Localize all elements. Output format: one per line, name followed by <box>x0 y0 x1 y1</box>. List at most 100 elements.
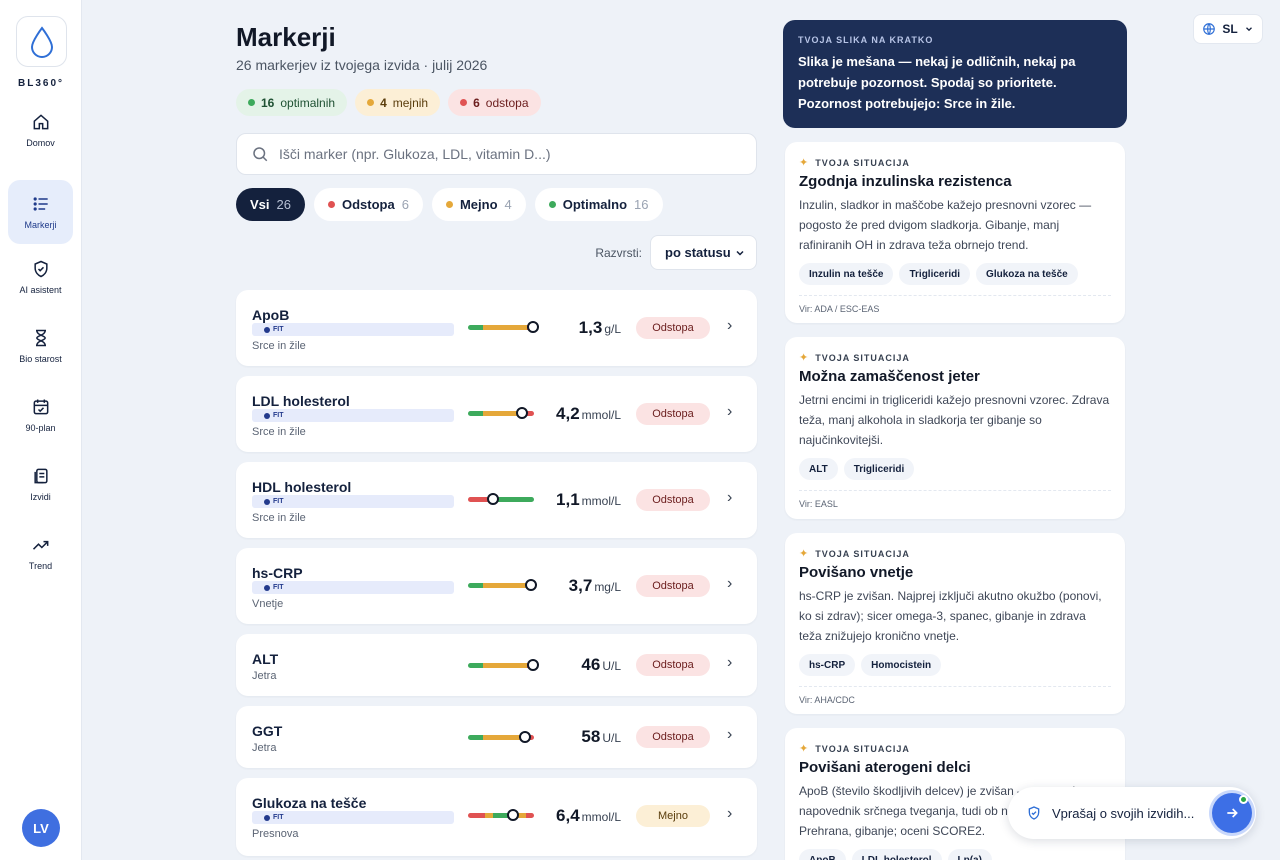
range-segment <box>484 813 494 818</box>
situation-card[interactable]: ✦ TVOJA SITUACIJA Povišano vnetje hs-CRP … <box>785 533 1125 714</box>
nav-ai-asistent[interactable]: AI asistent <box>8 245 73 309</box>
situation-title: Zgodnja inzulinska rezistenca <box>799 173 1012 190</box>
nav-label: AI asistent <box>19 285 62 295</box>
situation-card[interactable]: ✦ TVOJA SITUACIJA Zgodnja inzulinska rezi… <box>785 142 1125 323</box>
chip-label: Mejno <box>459 197 498 212</box>
marker-row[interactable]: LDL holesterol FIT Srce in žile 4,2 mmol/… <box>236 376 757 452</box>
nav-izvidi[interactable]: Izvidi <box>8 452 73 516</box>
summary-text: Slika je mešana — nekaj je odličnih, nek… <box>798 54 1076 111</box>
marker-name: GGT <box>252 723 283 739</box>
shield-check-icon <box>33 260 48 278</box>
range-knob <box>516 407 529 419</box>
tag[interactable]: Inzulin na tešče <box>799 263 894 285</box>
pill-deviating: 6 odstopa <box>448 89 541 116</box>
kicker-text: TVOJA SITUACIJA <box>815 352 910 363</box>
filter-borderline[interactable]: Mejno 4 <box>431 188 526 221</box>
range-segment <box>468 813 485 818</box>
tag[interactable]: hs-CRP <box>799 654 856 676</box>
situation-desc: Inzulin, sladkor in maščobe kažejo presn… <box>799 198 1092 252</box>
range-segment <box>468 583 483 588</box>
tag[interactable]: ALT <box>799 458 838 480</box>
marker-row[interactable]: ApoB FIT Srce in žile 1,3 g/L Odstopa › <box>236 290 757 366</box>
chevron-right-icon: › <box>727 575 733 592</box>
fit-label: FIT <box>273 584 284 591</box>
filter-deviating[interactable]: Odstopa 6 <box>313 188 423 221</box>
marker-row[interactable]: ALT Jetra 46 U/L Odstopa › <box>236 634 757 696</box>
marker-value: 6,4 mmol/L <box>556 806 621 826</box>
brand-name: BL360° <box>17 78 64 89</box>
fit-dot-icon <box>264 412 270 419</box>
tag[interactable]: LDL holesterol <box>851 849 942 860</box>
avatar[interactable]: LV <box>22 809 60 847</box>
situation-source: Vir: ADA / ESC-EAS <box>799 295 1111 314</box>
range-segment <box>468 497 488 502</box>
value-unit: U/L <box>602 731 621 745</box>
chip-count: 26 <box>276 197 291 212</box>
chevron-down-icon <box>736 250 744 256</box>
situation-source: Vir: EASL <box>799 490 1111 509</box>
marker-row[interactable]: Glukoza na tešče FIT Presnova 6,4 mmol/L … <box>236 778 757 856</box>
nav-label: Bio starost <box>19 354 62 364</box>
marker-value: 1,1 mmol/L <box>556 490 621 510</box>
range-segment <box>482 325 528 330</box>
online-indicator <box>1239 795 1248 804</box>
documents-icon <box>33 468 48 484</box>
logo[interactable] <box>16 16 67 67</box>
home-icon <box>33 114 48 130</box>
marker-row[interactable]: HDL holesterol FIT Srce in žile 1,1 mmol/… <box>236 462 757 538</box>
pill-label: odstopa <box>485 95 529 110</box>
marker-row[interactable]: hs-CRP FIT Vnetje 3,7 mg/L Odstopa › <box>236 548 757 624</box>
fit-tag: FIT <box>252 323 454 336</box>
nav-domov[interactable]: Domov <box>8 98 73 162</box>
tag[interactable]: Lp(a) <box>947 849 992 860</box>
sort-select[interactable]: po statusu <box>650 235 757 270</box>
summary-card: TVOJA SLIKA NA KRATKO Slika je mešana — … <box>783 20 1127 128</box>
filter-optimal[interactable]: Optimalno 16 <box>534 188 663 221</box>
value-number: 58 <box>581 727 601 746</box>
amber-dot-icon <box>367 99 375 106</box>
situation-kicker: ✦ TVOJA SITUACIJA <box>799 547 1111 560</box>
marker-name: ApoB <box>252 307 290 323</box>
value-unit: U/L <box>602 659 621 673</box>
pill-count: 4 <box>380 95 387 110</box>
chat-placeholder[interactable]: Vprašaj o svojih izvidih... <box>1052 806 1210 821</box>
range-segment <box>494 497 534 502</box>
ai-chat-launcher[interactable]: Vprašaj o svojih izvidih... <box>1008 787 1256 839</box>
tag[interactable]: Trigliceridi <box>843 458 915 480</box>
marker-row[interactable]: GGT Jetra 58 U/L Odstopa › <box>236 706 757 768</box>
status-badge: Odstopa <box>636 726 710 748</box>
nav-bio-starost[interactable]: Bio starost <box>8 314 73 378</box>
filter-all[interactable]: Vsi 26 <box>236 188 305 221</box>
sparkle-icon: ✦ <box>799 352 810 364</box>
situation-desc: hs-CRP je zvišan. Najprej izključi akutn… <box>799 589 1102 643</box>
list-icon <box>33 197 48 211</box>
sort-label: Razvrsti: <box>595 245 642 260</box>
language-selector[interactable]: SL <box>1193 14 1263 44</box>
value-number: 4,2 <box>556 404 580 423</box>
nav-90-plan[interactable]: 90-plan <box>8 383 73 447</box>
status-badge: Mejno <box>636 805 710 827</box>
situation-desc: Jetrni encimi in trigliceridi kažejo pre… <box>799 393 1110 447</box>
nav-markerji[interactable]: Markerji <box>8 180 73 244</box>
tag[interactable]: Homocistein <box>861 654 942 676</box>
search-box <box>236 133 757 175</box>
tag[interactable]: Glukoza na tešče <box>976 263 1078 285</box>
nav-trend[interactable]: Trend <box>8 521 73 585</box>
chevron-right-icon: › <box>727 317 733 334</box>
arrow-right-icon <box>1227 808 1238 818</box>
situation-kicker: ✦ TVOJA SITUACIJA <box>799 156 1111 169</box>
value-number: 1,1 <box>556 490 580 509</box>
value-unit: mg/L <box>594 580 621 594</box>
situation-card[interactable]: ✦ TVOJA SITUACIJA Možna zamaščenost jeter… <box>785 337 1125 519</box>
chevron-right-icon: › <box>727 403 733 420</box>
situation-tags: hs-CRP Homocistein <box>799 654 1111 676</box>
search-input[interactable] <box>279 146 739 162</box>
tag[interactable]: ApoB <box>799 849 846 860</box>
range-segment <box>526 813 534 818</box>
chip-count: 16 <box>634 197 649 212</box>
fit-dot-icon <box>264 814 270 821</box>
tag[interactable]: Trigliceridi <box>899 263 971 285</box>
amber-dot-icon <box>445 201 453 208</box>
chip-label: Vsi <box>250 197 270 212</box>
page-title: Markerji <box>236 22 336 52</box>
